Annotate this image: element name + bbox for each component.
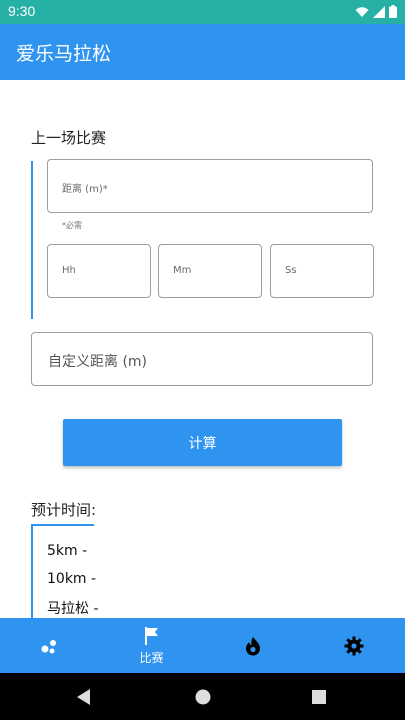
hours-field[interactable]: Hh: [47, 244, 151, 298]
app-title: 爱乐马拉松: [16, 43, 112, 65]
nav-item-training[interactable]: [202, 618, 303, 673]
app-bar: 爱乐马拉松: [0, 24, 405, 80]
status-time: 9:30: [8, 3, 36, 19]
bottom-nav: 比赛: [0, 618, 405, 673]
section-accent-line: [31, 161, 33, 319]
minutes-field[interactable]: Mm: [158, 244, 262, 298]
wifi-icon: [355, 6, 369, 17]
gear-icon: [344, 636, 363, 655]
calculate-button[interactable]: 计算: [63, 419, 342, 466]
minutes-placeholder: Mm: [173, 265, 192, 276]
result-5km: 5km -: [47, 543, 88, 559]
nav-item-race[interactable]: 比赛: [101, 618, 202, 673]
battery-icon: [389, 5, 397, 18]
back-icon[interactable]: [77, 689, 91, 705]
nav-item-settings[interactable]: [303, 618, 404, 673]
hours-placeholder: Hh: [62, 265, 76, 276]
signal-icon: [373, 5, 385, 18]
estimated-time-heading: 预计时间:: [31, 501, 97, 519]
distance-field[interactable]: 距离 (m)*: [47, 159, 373, 213]
status-icons: [355, 5, 397, 18]
required-helper-text: *必需: [62, 221, 82, 230]
system-nav-bar: [0, 673, 405, 720]
last-race-heading: 上一场比赛: [31, 129, 107, 147]
flag-icon: [144, 626, 158, 645]
nav-item-race-label: 比赛: [139, 650, 164, 665]
distance-placeholder: 距离 (m)*: [62, 184, 108, 195]
custom-distance-field[interactable]: 自定义距离 (m): [31, 332, 373, 386]
result-10km: 10km -: [47, 571, 97, 587]
home-icon[interactable]: [195, 689, 211, 705]
seconds-placeholder: Ss: [285, 265, 297, 276]
recents-icon[interactable]: [312, 690, 326, 704]
nav-item-stats[interactable]: [0, 618, 101, 673]
dots-icon: [41, 639, 56, 653]
custom-distance-placeholder: 自定义距离 (m): [48, 354, 148, 370]
result-marathon: 马拉松 -: [47, 601, 99, 617]
calculate-button-label: 计算: [188, 435, 217, 452]
status-bar: 9:30: [0, 0, 405, 24]
flame-icon: [245, 636, 260, 655]
seconds-field[interactable]: Ss: [270, 244, 374, 298]
